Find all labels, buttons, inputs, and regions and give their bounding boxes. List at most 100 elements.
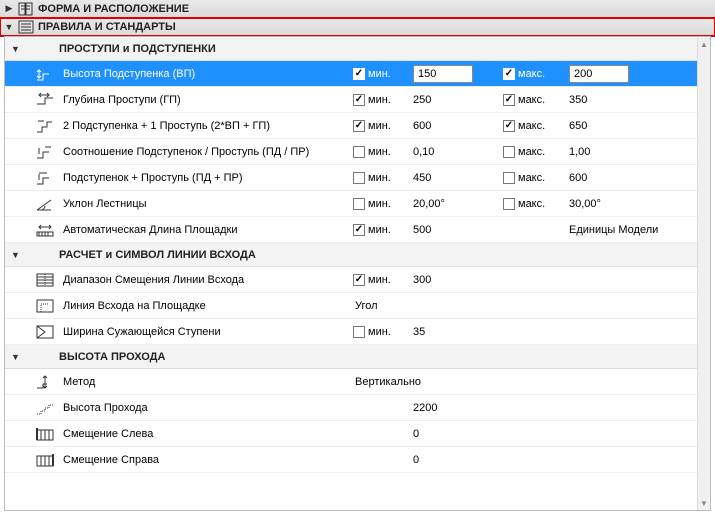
slope-icon <box>31 196 59 212</box>
min-value: 35 <box>411 326 503 338</box>
max-value: 350 <box>567 94 697 106</box>
row-label: Метод <box>59 376 353 388</box>
row-riser-plus-tread[interactable]: Подступенок + Проступь (ПД + ПР) мин. 45… <box>5 165 697 191</box>
min-checkbox[interactable] <box>353 120 365 132</box>
row-walkline-offset[interactable]: Диапазон Смещения Линии Всхода мин. 300 <box>5 267 697 293</box>
max-value: 1,00 <box>567 146 697 158</box>
row-auto-landing-length[interactable]: Автоматическая Длина Площадки мин. 500 Е… <box>5 217 697 243</box>
row-value: 0 <box>411 428 503 440</box>
min-label: мин. <box>368 94 391 106</box>
min-label: мин. <box>368 198 391 210</box>
collapse-icon[interactable]: ▼ <box>4 22 14 32</box>
max-checkbox[interactable] <box>503 172 515 184</box>
section-treads-risers[interactable]: ▼ ПРОСТУПИ и ПОДСТУПЕНКИ <box>5 37 697 61</box>
row-value: Угол <box>353 300 697 312</box>
max-label: макс. <box>518 94 545 106</box>
max-checkbox[interactable] <box>503 120 515 132</box>
max-text: Единицы Модели <box>567 224 697 236</box>
vertical-scrollbar[interactable]: ▲ ▼ <box>697 37 710 510</box>
max-label: макс. <box>518 68 545 80</box>
max-checkbox[interactable] <box>503 198 515 210</box>
header-shape-position[interactable]: ▶ ФОРМА И РАСПОЛОЖЕНИЕ <box>0 0 715 18</box>
row-method[interactable]: Метод Вертикально <box>5 369 697 395</box>
row-offset-right[interactable]: Смещение Справа 0 <box>5 447 697 473</box>
row-value: 0 <box>411 454 503 466</box>
max-checkbox[interactable] <box>503 94 515 106</box>
min-checkbox[interactable] <box>353 326 365 338</box>
collapse-icon[interactable]: ▼ <box>11 352 21 362</box>
header-label: ФОРМА И РАСПОЛОЖЕНИЕ <box>38 3 189 15</box>
header-label: ПРАВИЛА И СТАНДАРТЫ <box>38 21 176 33</box>
header-rules-standards[interactable]: ▼ ПРАВИЛА И СТАНДАРТЫ <box>0 18 715 36</box>
row-riser-height[interactable]: Высота Подступенка (ВП) мин. 150 макс. 2… <box>5 61 697 87</box>
row-label: Смещение Справа <box>59 454 353 466</box>
scroll-up-icon[interactable]: ▲ <box>698 37 710 51</box>
row-label: Уклон Лестницы <box>59 198 353 210</box>
expand-icon[interactable]: ▶ <box>4 3 14 14</box>
section-title: ВЫСОТА ПРОХОДА <box>59 351 165 363</box>
row-label: Диапазон Смещения Линии Всхода <box>59 274 353 286</box>
max-value: 600 <box>567 172 697 184</box>
row-value: 2200 <box>411 402 503 414</box>
scroll-down-icon[interactable]: ▼ <box>698 496 710 510</box>
max-checkbox[interactable] <box>503 146 515 158</box>
row-headroom-height[interactable]: Высота Прохода 2200 <box>5 395 697 421</box>
min-label: мин. <box>368 68 391 80</box>
row-offset-left[interactable]: Смещение Слева 0 <box>5 421 697 447</box>
min-label: мин. <box>368 146 391 158</box>
section-headroom[interactable]: ▼ ВЫСОТА ПРОХОДА <box>5 345 697 369</box>
riser-height-icon <box>31 66 59 82</box>
section-title: ПРОСТУПИ и ПОДСТУПЕНКИ <box>59 43 216 55</box>
min-label: мин. <box>368 224 391 236</box>
method-icon <box>31 374 59 390</box>
min-value: 500 <box>411 224 503 236</box>
tread-depth-icon <box>31 92 59 108</box>
section-walkline[interactable]: ▼ РАСЧЕТ и СИМВОЛ ЛИНИИ ВСХОДА <box>5 243 697 267</box>
max-input[interactable]: 200 <box>569 65 629 83</box>
row-tread-depth[interactable]: Глубина Проступи (ГП) мин. 250 макс. 350 <box>5 87 697 113</box>
min-value: 0,10 <box>411 146 503 158</box>
offset-left-icon <box>31 426 59 442</box>
min-checkbox[interactable] <box>353 146 365 158</box>
row-label: Глубина Проступи (ГП) <box>59 94 353 106</box>
formula-icon <box>31 118 59 134</box>
row-label: Смещение Слева <box>59 428 353 440</box>
min-value: 600 <box>411 120 503 132</box>
min-checkbox[interactable] <box>353 198 365 210</box>
min-value: 450 <box>411 172 503 184</box>
row-label: Ширина Сужающейся Ступени <box>59 326 353 338</box>
max-label: макс. <box>518 146 545 158</box>
collapse-icon[interactable]: ▼ <box>11 44 21 54</box>
min-checkbox[interactable] <box>353 224 365 236</box>
max-checkbox[interactable] <box>503 68 515 80</box>
min-checkbox[interactable] <box>353 274 365 286</box>
headroom-icon <box>31 400 59 416</box>
row-label: 2 Подступенка + 1 Проступь (2*ВП + ГП) <box>59 120 353 132</box>
min-checkbox[interactable] <box>353 68 365 80</box>
row-value: Вертикально <box>353 376 697 388</box>
row-riser-tread-ratio[interactable]: Соотношение Подступенок / Проступь (ПД /… <box>5 139 697 165</box>
min-checkbox[interactable] <box>353 172 365 184</box>
min-value: 300 <box>411 274 503 286</box>
min-input[interactable]: 150 <box>413 65 473 83</box>
row-2riser-1tread[interactable]: 2 Подступенка + 1 Проступь (2*ВП + ГП) м… <box>5 113 697 139</box>
rules-icon <box>18 20 34 34</box>
section-title: РАСЧЕТ и СИМВОЛ ЛИНИИ ВСХОДА <box>59 249 256 261</box>
max-label: макс. <box>518 172 545 184</box>
landing-icon <box>31 222 59 238</box>
row-label: Соотношение Подступенок / Проступь (ПД /… <box>59 146 353 158</box>
row-stair-slope[interactable]: Уклон Лестницы мин. 20,00° макс. 30,00° <box>5 191 697 217</box>
row-narrowing-tread-width[interactable]: Ширина Сужающейся Ступени мин. 35 <box>5 319 697 345</box>
row-walkline-on-landing[interactable]: Линия Всхода на Площадке Угол <box>5 293 697 319</box>
row-label: Линия Всхода на Площадке <box>59 300 353 312</box>
narrowing-icon <box>31 324 59 340</box>
max-label: макс. <box>518 120 545 132</box>
min-label: мин. <box>368 120 391 132</box>
shape-icon <box>18 2 34 16</box>
min-value: 20,00° <box>411 198 503 210</box>
ratio-icon <box>31 144 59 160</box>
min-checkbox[interactable] <box>353 94 365 106</box>
collapse-icon[interactable]: ▼ <box>11 250 21 260</box>
max-value: 650 <box>567 120 697 132</box>
row-label: Высота Подступенка (ВП) <box>59 68 353 80</box>
